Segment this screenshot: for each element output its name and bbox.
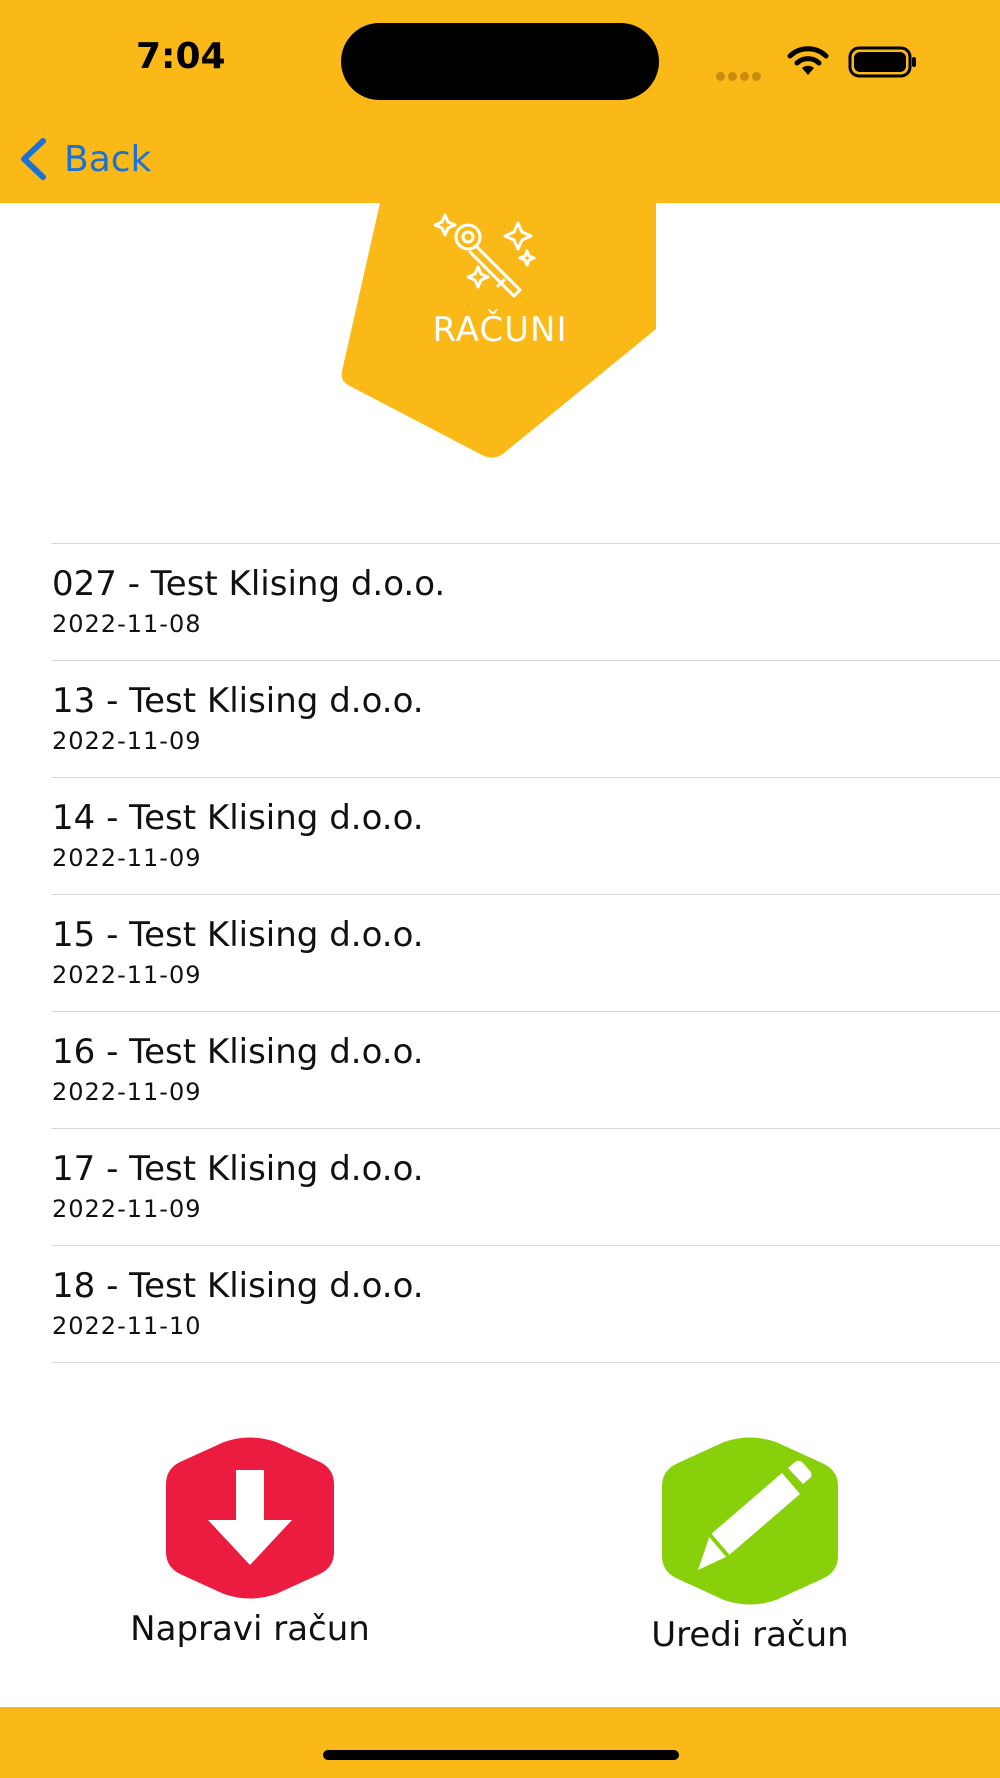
- dynamic-island: [341, 23, 659, 100]
- invoice-date: 2022-11-09: [52, 961, 202, 989]
- magic-wand-icon: [433, 213, 536, 298]
- invoice-row[interactable]: 17 - Test Klising d.o.o. 2022-11-09: [51, 1129, 1000, 1246]
- download-arrow-icon: [166, 1437, 334, 1599]
- invoice-title: 13 - Test Klising d.o.o.: [52, 681, 424, 721]
- create-invoice-button[interactable]: Napravi račun: [90, 1437, 410, 1649]
- back-label: Back: [64, 138, 152, 180]
- invoice-row[interactable]: 027 - Test Klising d.o.o. 2022-11-08: [51, 544, 1000, 661]
- invoice-title: 18 - Test Klising d.o.o.: [52, 1266, 424, 1306]
- section-title: RAČUNI: [432, 310, 568, 350]
- back-button[interactable]: Back: [18, 132, 151, 186]
- battery-icon: [848, 46, 916, 78]
- invoice-date: 2022-11-09: [52, 1195, 202, 1223]
- home-indicator[interactable]: [323, 1750, 679, 1760]
- invoice-title: 14 - Test Klising d.o.o.: [52, 798, 424, 838]
- invoice-row[interactable]: 15 - Test Klising d.o.o. 2022-11-09: [51, 895, 1000, 1012]
- invoice-date: 2022-11-10: [52, 1312, 202, 1340]
- edit-invoice-label: Uredi račun: [651, 1615, 849, 1655]
- invoice-title: 16 - Test Klising d.o.o.: [52, 1032, 424, 1072]
- invoice-title: 15 - Test Klising d.o.o.: [52, 915, 424, 955]
- invoice-row[interactable]: 16 - Test Klising d.o.o. 2022-11-09: [51, 1012, 1000, 1129]
- wifi-icon: [787, 46, 829, 75]
- edit-invoice-button[interactable]: Uredi račun: [590, 1437, 910, 1655]
- invoice-title: 17 - Test Klising d.o.o.: [52, 1149, 424, 1189]
- invoice-date: 2022-11-08: [52, 610, 202, 638]
- invoice-row[interactable]: 18 - Test Klising d.o.o. 2022-11-10: [51, 1246, 1000, 1363]
- invoice-row[interactable]: 14 - Test Klising d.o.o. 2022-11-09: [51, 778, 1000, 895]
- bottom-bar: [0, 1707, 1000, 1778]
- invoice-list: 027 - Test Klising d.o.o. 2022-11-08 13 …: [51, 543, 1000, 1363]
- invoice-row[interactable]: 13 - Test Klising d.o.o. 2022-11-09: [51, 661, 1000, 778]
- pencil-icon: [662, 1437, 838, 1605]
- create-invoice-label: Napravi račun: [130, 1609, 370, 1649]
- cellular-signal-icon: [716, 66, 764, 85]
- status-time: 7:04: [136, 36, 226, 77]
- invoice-title: 027 - Test Klising d.o.o.: [52, 564, 446, 604]
- chevron-left-icon: [21, 138, 46, 180]
- invoice-date: 2022-11-09: [52, 1078, 202, 1106]
- invoice-date: 2022-11-09: [52, 727, 202, 755]
- invoice-date: 2022-11-09: [52, 844, 202, 872]
